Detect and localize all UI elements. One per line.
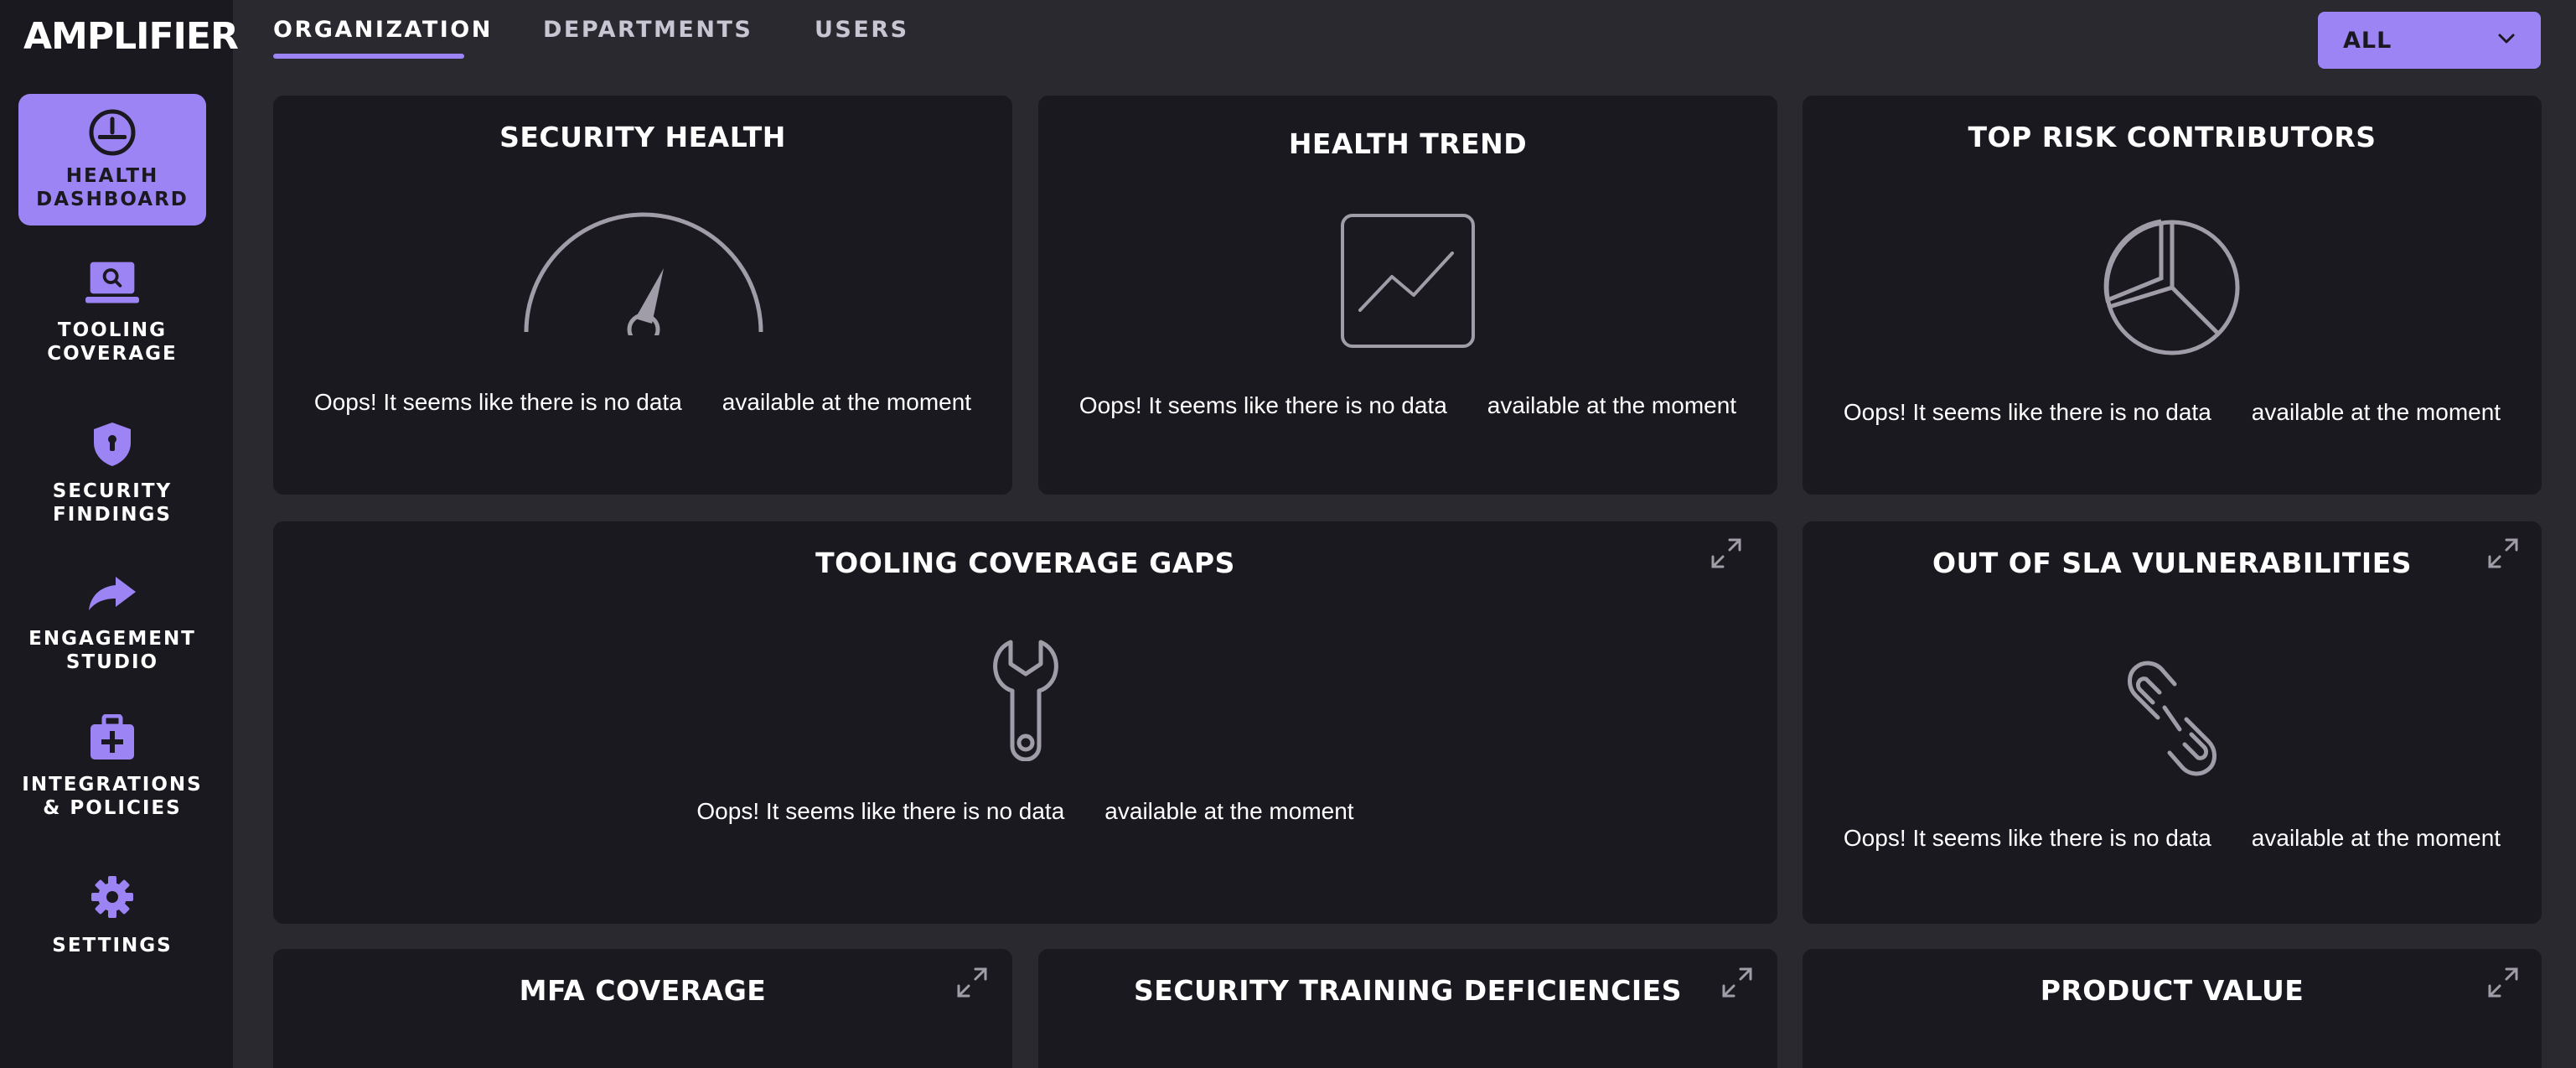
expand-icon[interactable] xyxy=(954,964,991,1001)
sidebar-item-label: SECURITY FINDINGS xyxy=(52,480,173,526)
card-title: OUT OF SLA VULNERABILITIES xyxy=(1932,547,2413,579)
card-title: TOOLING COVERAGE GAPS xyxy=(815,547,1235,579)
expand-icon[interactable] xyxy=(1708,535,1745,572)
sidebar-item-security-findings[interactable]: SECURITY FINDINGS xyxy=(18,417,206,535)
tab-organization[interactable]: ORGANIZATION xyxy=(273,17,493,50)
sidebar-item-settings[interactable]: SETTINGS xyxy=(18,870,206,962)
sidebar-item-tooling-coverage[interactable]: TOOLING COVERAGE xyxy=(18,257,206,374)
card-security-training-deficiencies: SECURITY TRAINING DEFICIENCIES xyxy=(1038,949,1777,1068)
gauge-icon xyxy=(85,106,139,159)
empty-state-message: Oops! It seems like there is no data ava… xyxy=(273,798,1777,825)
laptop-search-icon xyxy=(85,257,139,310)
card-title: HEALTH TREND xyxy=(1288,127,1528,160)
sidebar-item-label: ENGAGEMENT STUDIO xyxy=(28,628,196,673)
sidebar-item-label: TOOLING COVERAGE xyxy=(47,319,178,365)
empty-state-message: Oops! It seems like there is no data ava… xyxy=(1038,392,1777,419)
expand-icon[interactable] xyxy=(1719,964,1756,1001)
chevron-down-icon xyxy=(2497,33,2516,49)
card-title: PRODUCT VALUE xyxy=(2040,974,2304,1007)
app-logo[interactable]: AMPLIFIER xyxy=(23,13,239,60)
empty-message-text: available at the moment xyxy=(1487,392,1737,418)
gauge-icon xyxy=(521,210,766,346)
pie-chart-icon xyxy=(2103,218,2242,361)
empty-state-message: Oops! It seems like there is no data ava… xyxy=(273,389,1012,416)
sidebar-item-label: HEALTH DASHBOARD xyxy=(36,165,189,210)
empty-message-text: available at the moment xyxy=(2251,825,2501,851)
wrench-icon xyxy=(992,639,1059,765)
card-title: SECURITY HEALTH xyxy=(499,121,786,153)
card-out-of-sla-vulnerabilities: OUT OF SLA VULNERABILITIES Oops! It seem… xyxy=(1803,521,2542,924)
shield-icon xyxy=(85,417,139,471)
empty-message-text: Oops! It seems like there is no data xyxy=(1079,392,1447,418)
card-mfa-coverage: MFA COVERAGE xyxy=(273,949,1012,1068)
card-title: MFA COVERAGE xyxy=(519,974,767,1007)
empty-state-message: Oops! It seems like there is no data ava… xyxy=(1803,399,2542,426)
card-top-risk-contributors: TOP RISK CONTRIBUTORS Oops! It seems lik… xyxy=(1803,96,2542,495)
card-health-trend: HEALTH TREND Oops! It seems like there i… xyxy=(1038,96,1777,495)
sidebar-item-integrations-policies[interactable]: INTEGRATIONS & POLICIES xyxy=(18,711,206,828)
share-arrow-icon xyxy=(85,567,139,620)
gear-icon xyxy=(85,870,139,924)
scope-filter-select[interactable]: ALL xyxy=(2318,12,2541,69)
empty-message-text: available at the moment xyxy=(722,389,972,415)
sidebar: AMPLIFIER HEALTH DASHBOARD TOOLING COVER… xyxy=(0,0,239,1068)
empty-message-text: Oops! It seems like there is no data xyxy=(1843,825,2211,851)
trend-chart-icon xyxy=(1340,213,1476,353)
empty-state-message: Oops! It seems like there is no data ava… xyxy=(1803,825,2542,852)
tab-departments[interactable]: DEPARTMENTS xyxy=(543,17,753,50)
scope-filter-value: ALL xyxy=(2343,27,2392,54)
card-product-value: PRODUCT VALUE xyxy=(1803,949,2542,1068)
empty-message-text: available at the moment xyxy=(1104,798,1354,824)
card-title: SECURITY TRAINING DEFICIENCIES xyxy=(1134,974,1682,1007)
sidebar-item-engagement-studio[interactable]: ENGAGEMENT STUDIO xyxy=(18,567,206,684)
empty-message-text: Oops! It seems like there is no data xyxy=(1843,399,2211,425)
tab-users[interactable]: USERS xyxy=(815,17,909,50)
broken-link-icon xyxy=(2109,656,2235,785)
expand-icon[interactable] xyxy=(2485,964,2522,1001)
medical-kit-icon xyxy=(85,711,139,765)
card-title: TOP RISK CONTRIBUTORS xyxy=(1968,121,2377,153)
empty-message-text: Oops! It seems like there is no data xyxy=(696,798,1065,824)
sidebar-item-label: INTEGRATIONS & POLICIES xyxy=(22,774,203,819)
sidebar-item-health-dashboard[interactable]: HEALTH DASHBOARD xyxy=(18,94,206,226)
card-tooling-coverage-gaps: TOOLING COVERAGE GAPS Oops! It seems lik… xyxy=(273,521,1777,924)
expand-icon[interactable] xyxy=(2485,535,2522,572)
empty-message-text: available at the moment xyxy=(2251,399,2501,425)
active-tab-indicator xyxy=(273,54,464,59)
card-security-health: SECURITY HEALTH Oops! It seems like ther… xyxy=(273,96,1012,495)
empty-message-text: Oops! It seems like there is no data xyxy=(313,389,682,415)
sidebar-item-label: SETTINGS xyxy=(52,935,173,957)
